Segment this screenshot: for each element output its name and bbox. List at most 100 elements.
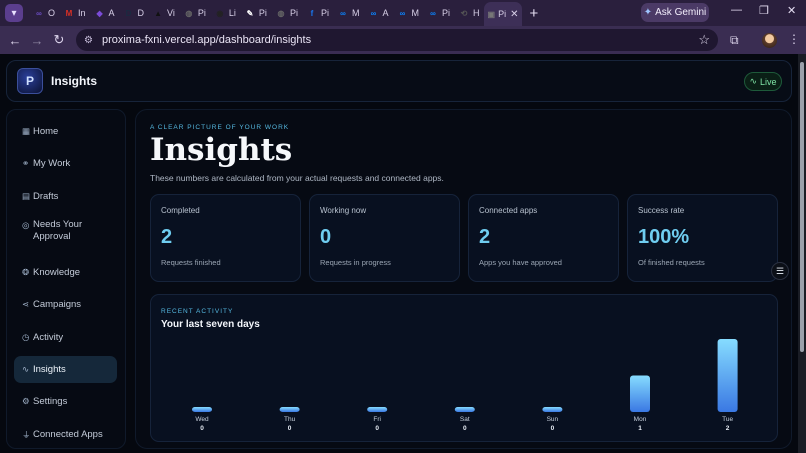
live-label: Live [760,76,777,87]
sidebar-item-needs-your-approval[interactable]: ◎ Needs Your Approval [14,213,117,245]
sidebar-item-knowledge[interactable]: ❂ Knowledge [14,259,117,286]
scrollbar-thumb[interactable] [800,62,804,352]
browser-tab[interactable]: ∞ M [392,2,423,24]
extensions-icon[interactable]: ⧉ [730,33,739,48]
stat-description: Requests in progress [320,258,391,267]
close-window-icon[interactable]: ✕ [787,4,796,17]
page-scrollbar[interactable] [798,54,806,453]
stat-card: Completed 2 Requests finished [150,194,301,282]
stat-card: Success rate 100% Of finished requests [627,194,778,282]
document-icon: ▤ [22,191,31,201]
browser-tab[interactable]: ∞ Pi [423,2,454,24]
maximize-icon[interactable]: ❐ [759,4,769,17]
live-status-badge: ∿ Live [744,72,782,91]
browser-tab[interactable]: ◉ Li [210,2,240,24]
share-icon: ⋖ [22,299,30,309]
chart-day-label: Fri [373,416,381,423]
sidebar-item-drafts[interactable]: ▤ Drafts [14,183,117,210]
sidebar-item-connected-apps[interactable]: ⏚ Connected Apps [14,421,117,448]
ask-gemini-button[interactable]: ✦ Ask Gemini [641,3,709,22]
chart-value-label: 0 [200,425,204,432]
stat-card: Connected apps 2 Apps you have approved [468,194,619,282]
proxima-logo[interactable]: P [17,68,43,94]
stat-description: Requests finished [161,258,221,267]
sidebar-item-my-work[interactable]: ⚭ My Work [14,150,117,177]
tab-label: H [473,8,480,18]
tab-search-icon[interactable]: ▾ [5,4,23,22]
browser-tab[interactable]: M In [59,2,90,24]
tab-list: ∞ O M In ◆ A D D ▲ Vi ◍ Pi ◉ Li ✎ Pi ◍ Pi f Pi ∞ M ∞ A ∞ M ∞ Pi ⟲ H ▣ P… [29,0,522,26]
meta-icon: ∞ [370,8,377,18]
browser-tab[interactable]: ◍ Pi [179,2,210,24]
stat-label: Completed [161,206,200,215]
browser-tab[interactable]: f Pi [302,2,333,24]
tab-label: Pi [320,8,329,18]
recent-activity-card: RECENT ACTIVITY Your last seven days Wed… [150,294,778,442]
ask-gemini-label: Ask Gemini [655,7,707,18]
tab-label: Pi [258,8,267,18]
chart-bar-tue [717,339,738,412]
sidebar-item-label: Insights [33,364,66,375]
page-title: Insights [51,74,98,88]
facebook-icon: f [310,8,314,18]
stat-value: 100% [638,226,690,248]
bookmark-star-icon[interactable]: ☆ [698,32,710,48]
meta-icon: ∞ [399,8,406,18]
minimize-icon[interactable]: — [731,4,742,16]
browser-tab[interactable]: ∞ M [333,2,364,24]
browser-tab[interactable]: ◍ Pi [271,2,302,24]
sidebar-item-label: Knowledge [33,267,81,278]
profile-avatar[interactable] [762,33,777,48]
sidebar-item-label: Campaigns [33,299,82,310]
stat-description: Apps you have approved [479,258,562,267]
clock-icon: ◷ [22,332,30,342]
stat-value: 0 [320,226,332,248]
back-icon[interactable]: ← [4,33,26,48]
sidebar-item-label: Needs Your Approval [33,219,83,242]
tab-label: D [137,8,145,18]
sidebar-item-home[interactable]: ▦ Home [14,118,117,145]
sidebar-item-label: Activity [33,332,64,343]
chart-bar-thu [279,407,300,412]
filter-list-icon[interactable]: ☰ [771,262,789,280]
chart-day-label: Sun [546,416,559,423]
browser-tab[interactable]: ⟲ H [454,2,484,24]
browser-tab[interactable]: DD [119,2,149,24]
browser-tab[interactable]: ∞ O [29,2,59,24]
stat-label: Working now [320,206,367,215]
app-icon: ◆ [96,8,103,18]
site-info-icon[interactable]: ⚙ [84,35,93,46]
tab-label: M [351,8,360,18]
tab-label: M [411,8,419,18]
sidebar-item-insights[interactable]: ∿ Insights [14,356,117,383]
browser-menu-icon[interactable]: ⋮ [788,32,800,46]
github-icon: ◉ [216,8,224,18]
mozilla-icon: ∞ [36,8,42,18]
sidebar-item-campaigns[interactable]: ⋖ Campaigns [14,291,117,318]
chart-value-label: 0 [550,425,555,432]
browser-tab[interactable]: ◆ A [90,2,119,24]
browser-tab[interactable]: ∞ A [363,2,392,24]
browser-tab[interactable]: ▲ Vi [148,2,179,24]
url-text: proxima-fxni.vercel.app/dashboard/insigh… [101,34,312,46]
d-icon: D [125,8,132,18]
browser-tab[interactable]: ✎ Pi [240,2,271,24]
grid-icon: ▦ [22,126,31,136]
tab-label: Pi [289,8,298,18]
pulse-icon: ∿ [22,364,30,374]
new-tab-icon[interactable]: + [530,5,539,22]
sidebar-item-activity[interactable]: ◷ Activity [14,324,117,351]
workflow-icon: ⚭ [22,158,30,168]
forward-icon[interactable]: → [26,33,48,48]
stat-card: Working now 0 Requests in progress [309,194,460,282]
browser-tab[interactable]: ▣ Pi ✕ [483,2,522,26]
reload-icon[interactable]: ↻ [48,32,70,48]
url-field[interactable]: ⚙ proxima-fxni.vercel.app/dashboard/insi… [76,29,718,51]
tab-label: In [78,8,86,18]
sidebar-item-settings[interactable]: ⚙ Settings [14,388,117,415]
brain-icon: ❂ [22,267,30,277]
close-tab-icon[interactable]: ✕ [510,9,518,20]
chart-bar-sun [542,407,563,412]
chart-value-label: 1 [638,425,642,432]
sidebar-item-label: Drafts [33,191,59,202]
